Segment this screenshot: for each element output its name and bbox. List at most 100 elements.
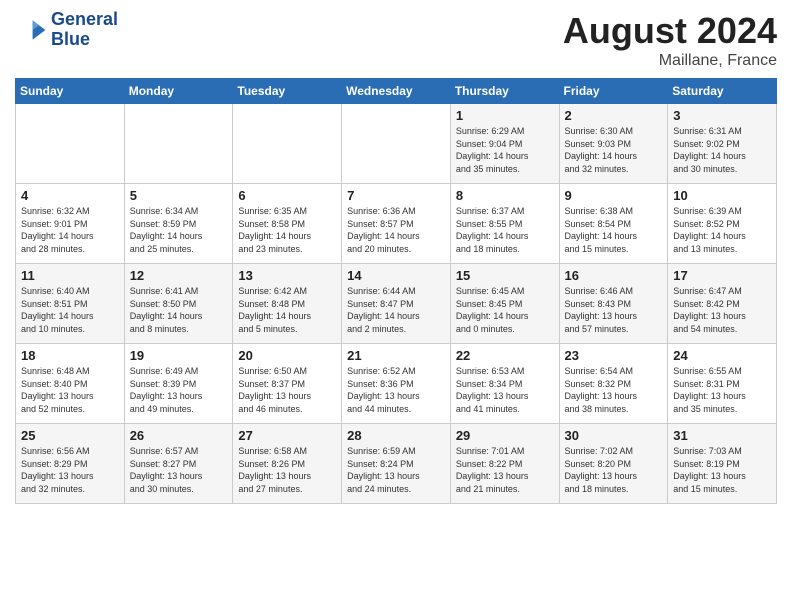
calendar-cell: 26 Sunrise: 6:57 AM Sunset: 8:27 PM Dayli…	[124, 424, 233, 504]
calendar-cell: 17Sunrise: 6:47 AM Sunset: 8:42 PM Dayli…	[668, 264, 777, 344]
day-number: 26	[130, 428, 228, 443]
page-header: General Blue August 2024 Maillane, Franc…	[15, 10, 777, 70]
weekday-header-saturday: Saturday	[668, 79, 777, 104]
day-number: 1	[456, 108, 554, 123]
day-info: Sunrise: 6:41 AM Sunset: 8:50 PM Dayligh…	[130, 285, 228, 335]
calendar-cell: 13 Sunrise: 6:42 AM Sunset: 8:48 PM Dayli…	[233, 264, 342, 344]
day-number: 14	[347, 268, 445, 283]
calendar-cell: 12 Sunrise: 6:41 AM Sunset: 8:50 PM Dayli…	[124, 264, 233, 344]
calendar-week-4: 18 Sunrise: 6:48 AM Sunset: 8:40 PM Dayli…	[16, 344, 777, 424]
weekday-header-wednesday: Wednesday	[342, 79, 451, 104]
calendar-cell: 6Sunrise: 6:35 AM Sunset: 8:58 PM Daylig…	[233, 184, 342, 264]
calendar-table: SundayMondayTuesdayWednesdayThursdayFrid…	[15, 78, 777, 504]
calendar-cell: 16 Sunrise: 6:46 AM Sunset: 8:43 PM Dayli…	[559, 264, 668, 344]
day-info: Sunrise: 6:47 AM Sunset: 8:42 PM Dayligh…	[673, 285, 771, 335]
day-number: 19	[130, 348, 228, 363]
day-info: Sunrise: 6:52 AM Sunset: 8:36 PM Dayligh…	[347, 365, 445, 415]
calendar-cell: 9 Sunrise: 6:38 AM Sunset: 8:54 PM Daylig…	[559, 184, 668, 264]
day-info: Sunrise: 6:56 AM Sunset: 8:29 PM Dayligh…	[21, 445, 119, 495]
calendar-cell: 3 Sunrise: 6:31 AM Sunset: 9:02 PM Daylig…	[668, 104, 777, 184]
calendar-cell: 1 Sunrise: 6:29 AM Sunset: 9:04 PM Daylig…	[450, 104, 559, 184]
day-number: 29	[456, 428, 554, 443]
calendar-cell: 25 Sunrise: 6:56 AM Sunset: 8:29 PM Dayli…	[16, 424, 125, 504]
day-info: Sunrise: 6:57 AM Sunset: 8:27 PM Dayligh…	[130, 445, 228, 495]
day-number: 12	[130, 268, 228, 283]
calendar-cell: 21 Sunrise: 6:52 AM Sunset: 8:36 PM Dayli…	[342, 344, 451, 424]
day-info: Sunrise: 6:29 AM Sunset: 9:04 PM Dayligh…	[456, 125, 554, 175]
logo-icon	[15, 14, 47, 46]
day-number: 13	[238, 268, 336, 283]
day-number: 5	[130, 188, 228, 203]
day-number: 25	[21, 428, 119, 443]
day-info: Sunrise: 6:53 AM Sunset: 8:34 PM Dayligh…	[456, 365, 554, 415]
calendar-cell: 20Sunrise: 6:50 AM Sunset: 8:37 PM Dayli…	[233, 344, 342, 424]
day-info: Sunrise: 6:31 AM Sunset: 9:02 PM Dayligh…	[673, 125, 771, 175]
calendar-cell: 14 Sunrise: 6:44 AM Sunset: 8:47 PM Dayli…	[342, 264, 451, 344]
calendar-cell: 7 Sunrise: 6:36 AM Sunset: 8:57 PM Daylig…	[342, 184, 451, 264]
day-number: 22	[456, 348, 554, 363]
weekday-header-monday: Monday	[124, 79, 233, 104]
day-info: Sunrise: 6:54 AM Sunset: 8:32 PM Dayligh…	[565, 365, 663, 415]
day-number: 11	[21, 268, 119, 283]
calendar-title: August 2024	[563, 10, 777, 52]
calendar-cell: 11Sunrise: 6:40 AM Sunset: 8:51 PM Dayli…	[16, 264, 125, 344]
calendar-week-5: 25 Sunrise: 6:56 AM Sunset: 8:29 PM Dayli…	[16, 424, 777, 504]
day-number: 21	[347, 348, 445, 363]
calendar-cell: 5 Sunrise: 6:34 AM Sunset: 8:59 PM Daylig…	[124, 184, 233, 264]
calendar-cell	[124, 104, 233, 184]
day-number: 24	[673, 348, 771, 363]
day-info: Sunrise: 6:50 AM Sunset: 8:37 PM Dayligh…	[238, 365, 336, 415]
day-number: 3	[673, 108, 771, 123]
day-info: Sunrise: 6:58 AM Sunset: 8:26 PM Dayligh…	[238, 445, 336, 495]
day-number: 15	[456, 268, 554, 283]
weekday-header-row: SundayMondayTuesdayWednesdayThursdayFrid…	[16, 79, 777, 104]
day-info: Sunrise: 6:34 AM Sunset: 8:59 PM Dayligh…	[130, 205, 228, 255]
logo-text: General Blue	[51, 10, 118, 50]
day-number: 31	[673, 428, 771, 443]
day-number: 7	[347, 188, 445, 203]
day-info: Sunrise: 6:30 AM Sunset: 9:03 PM Dayligh…	[565, 125, 663, 175]
day-info: Sunrise: 6:44 AM Sunset: 8:47 PM Dayligh…	[347, 285, 445, 335]
day-info: Sunrise: 7:01 AM Sunset: 8:22 PM Dayligh…	[456, 445, 554, 495]
day-number: 10	[673, 188, 771, 203]
day-info: Sunrise: 6:42 AM Sunset: 8:48 PM Dayligh…	[238, 285, 336, 335]
calendar-cell: 27Sunrise: 6:58 AM Sunset: 8:26 PM Dayli…	[233, 424, 342, 504]
weekday-header-thursday: Thursday	[450, 79, 559, 104]
calendar-cell: 29 Sunrise: 7:01 AM Sunset: 8:22 PM Dayli…	[450, 424, 559, 504]
day-number: 8	[456, 188, 554, 203]
day-info: Sunrise: 6:46 AM Sunset: 8:43 PM Dayligh…	[565, 285, 663, 335]
calendar-cell	[342, 104, 451, 184]
calendar-cell: 8 Sunrise: 6:37 AM Sunset: 8:55 PM Daylig…	[450, 184, 559, 264]
day-info: Sunrise: 7:03 AM Sunset: 8:19 PM Dayligh…	[673, 445, 771, 495]
day-number: 23	[565, 348, 663, 363]
calendar-cell	[233, 104, 342, 184]
day-info: Sunrise: 6:59 AM Sunset: 8:24 PM Dayligh…	[347, 445, 445, 495]
calendar-cell: 10Sunrise: 6:39 AM Sunset: 8:52 PM Dayli…	[668, 184, 777, 264]
day-number: 9	[565, 188, 663, 203]
calendar-cell: 2Sunrise: 6:30 AM Sunset: 9:03 PM Daylig…	[559, 104, 668, 184]
calendar-cell: 18 Sunrise: 6:48 AM Sunset: 8:40 PM Dayli…	[16, 344, 125, 424]
day-info: Sunrise: 6:36 AM Sunset: 8:57 PM Dayligh…	[347, 205, 445, 255]
day-info: Sunrise: 6:32 AM Sunset: 9:01 PM Dayligh…	[21, 205, 119, 255]
day-info: Sunrise: 6:49 AM Sunset: 8:39 PM Dayligh…	[130, 365, 228, 415]
calendar-cell: 4 Sunrise: 6:32 AM Sunset: 9:01 PM Daylig…	[16, 184, 125, 264]
day-info: Sunrise: 6:38 AM Sunset: 8:54 PM Dayligh…	[565, 205, 663, 255]
day-info: Sunrise: 6:45 AM Sunset: 8:45 PM Dayligh…	[456, 285, 554, 335]
calendar-week-1: 1 Sunrise: 6:29 AM Sunset: 9:04 PM Daylig…	[16, 104, 777, 184]
calendar-cell: 23 Sunrise: 6:54 AM Sunset: 8:32 PM Dayli…	[559, 344, 668, 424]
calendar-cell: 22 Sunrise: 6:53 AM Sunset: 8:34 PM Dayli…	[450, 344, 559, 424]
day-info: Sunrise: 6:35 AM Sunset: 8:58 PM Dayligh…	[238, 205, 336, 255]
calendar-cell: 28Sunrise: 6:59 AM Sunset: 8:24 PM Dayli…	[342, 424, 451, 504]
day-info: Sunrise: 7:02 AM Sunset: 8:20 PM Dayligh…	[565, 445, 663, 495]
weekday-header-tuesday: Tuesday	[233, 79, 342, 104]
day-number: 18	[21, 348, 119, 363]
day-info: Sunrise: 6:48 AM Sunset: 8:40 PM Dayligh…	[21, 365, 119, 415]
day-info: Sunrise: 6:37 AM Sunset: 8:55 PM Dayligh…	[456, 205, 554, 255]
calendar-cell	[16, 104, 125, 184]
title-block: August 2024 Maillane, France	[563, 10, 777, 70]
day-number: 16	[565, 268, 663, 283]
weekday-header-friday: Friday	[559, 79, 668, 104]
day-number: 4	[21, 188, 119, 203]
calendar-week-2: 4 Sunrise: 6:32 AM Sunset: 9:01 PM Daylig…	[16, 184, 777, 264]
logo: General Blue	[15, 10, 118, 50]
